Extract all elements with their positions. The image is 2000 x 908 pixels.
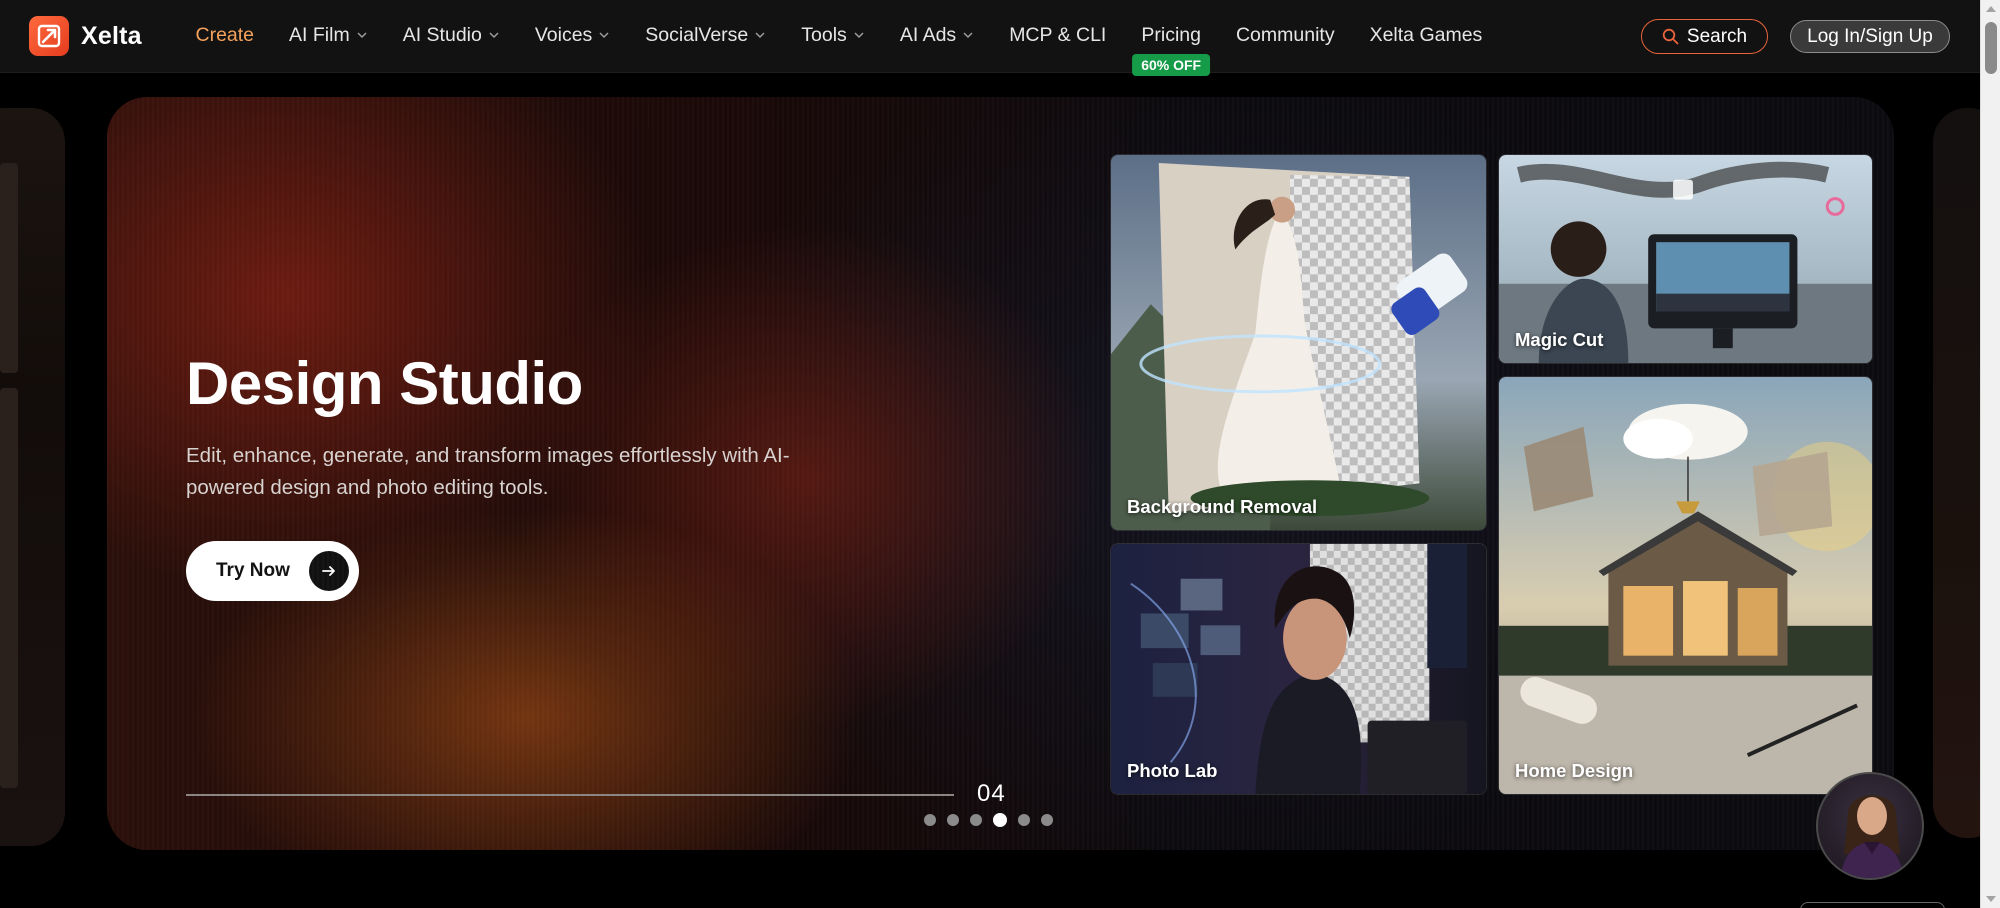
brand-logo[interactable]: Xelta bbox=[29, 16, 142, 56]
arrow-right-icon bbox=[309, 551, 349, 591]
peek-image-strip bbox=[0, 388, 18, 788]
background-removal-image bbox=[1111, 155, 1486, 530]
carousel-dot-4[interactable] bbox=[993, 813, 1007, 827]
card-label: Magic Cut bbox=[1515, 329, 1604, 350]
nav-item-pricing[interactable]: Pricing 60% OFF bbox=[1132, 24, 1211, 76]
xelta-logo-icon bbox=[29, 16, 69, 56]
hero-title: Design Studio bbox=[186, 350, 583, 417]
carousel-dot-3[interactable] bbox=[970, 814, 982, 826]
card-magic-cut[interactable]: Magic Cut bbox=[1498, 154, 1873, 364]
carousel-dot-1[interactable] bbox=[924, 814, 936, 826]
home-design-image bbox=[1499, 377, 1872, 794]
previous-slide-peek[interactable] bbox=[0, 108, 65, 846]
search-icon bbox=[1662, 28, 1679, 45]
nav-item-ai-film[interactable]: AI Film bbox=[289, 24, 368, 47]
scrollbar-thumb[interactable] bbox=[1985, 22, 1997, 74]
nav-item-voices[interactable]: Voices bbox=[535, 24, 610, 47]
scroll-up-arrow-icon[interactable] bbox=[1986, 6, 1996, 12]
carousel-dot-5[interactable] bbox=[1018, 814, 1030, 826]
photo-lab-image bbox=[1111, 544, 1486, 794]
card-label: Background Removal bbox=[1127, 496, 1318, 517]
peek-image-strip bbox=[0, 163, 18, 373]
chevron-down-icon bbox=[963, 32, 973, 39]
hero-description: Edit, enhance, generate, and transform i… bbox=[186, 444, 790, 499]
chevron-down-icon bbox=[489, 32, 499, 39]
chevron-down-icon bbox=[357, 32, 367, 39]
chevron-down-icon bbox=[854, 32, 864, 39]
carousel-dot-6[interactable] bbox=[1041, 814, 1053, 826]
assistant-avatar[interactable] bbox=[1816, 772, 1924, 880]
nav-item-xelta-games[interactable]: Xelta Games bbox=[1370, 24, 1483, 47]
try-now-button[interactable]: Try Now bbox=[186, 541, 359, 601]
card-home-design[interactable]: Home Design bbox=[1498, 376, 1873, 795]
search-label: Search bbox=[1686, 25, 1748, 47]
card-background-removal[interactable]: Background Removal bbox=[1110, 154, 1487, 531]
card-photo-lab[interactable]: Photo Lab bbox=[1110, 543, 1487, 795]
main-nav: Create AI Film AI Studio Voices SocialVe… bbox=[178, 0, 1500, 76]
search-button[interactable]: Search bbox=[1641, 19, 1768, 54]
slide-number: 04 bbox=[977, 780, 1006, 807]
discount-badge: 60% OFF bbox=[1132, 53, 1211, 76]
nav-item-socialverse[interactable]: SocialVerse bbox=[645, 24, 766, 47]
scroll-down-arrow-icon[interactable] bbox=[1986, 896, 1996, 902]
nav-item-ai-ads[interactable]: AI Ads bbox=[900, 24, 974, 47]
nav-item-ai-studio[interactable]: AI Studio bbox=[403, 24, 500, 47]
nav-item-tools[interactable]: Tools bbox=[801, 24, 865, 47]
page-scrollbar[interactable] bbox=[1980, 0, 2000, 908]
brand-name: Xelta bbox=[81, 21, 142, 50]
card-label: Photo Lab bbox=[1127, 760, 1218, 781]
nav-item-create[interactable]: Create bbox=[196, 24, 255, 47]
partial-offscreen-button[interactable] bbox=[1800, 902, 1945, 908]
nav-item-mcp-cli[interactable]: MCP & CLI bbox=[1009, 24, 1106, 47]
login-signup-button[interactable]: Log In/Sign Up bbox=[1790, 20, 1950, 53]
slide-progress-line bbox=[186, 794, 954, 796]
top-navigation-bar: Xelta Create AI Film AI Studio Voices So… bbox=[0, 0, 1980, 76]
carousel-dot-2[interactable] bbox=[947, 814, 959, 826]
card-label: Home Design bbox=[1515, 760, 1634, 781]
assistant-avatar-icon bbox=[1840, 795, 1904, 878]
try-now-label: Try Now bbox=[216, 560, 290, 581]
chevron-down-icon bbox=[755, 32, 765, 39]
nav-item-community[interactable]: Community bbox=[1236, 24, 1335, 47]
chevron-down-icon bbox=[599, 32, 609, 39]
carousel-dots bbox=[924, 813, 1053, 827]
